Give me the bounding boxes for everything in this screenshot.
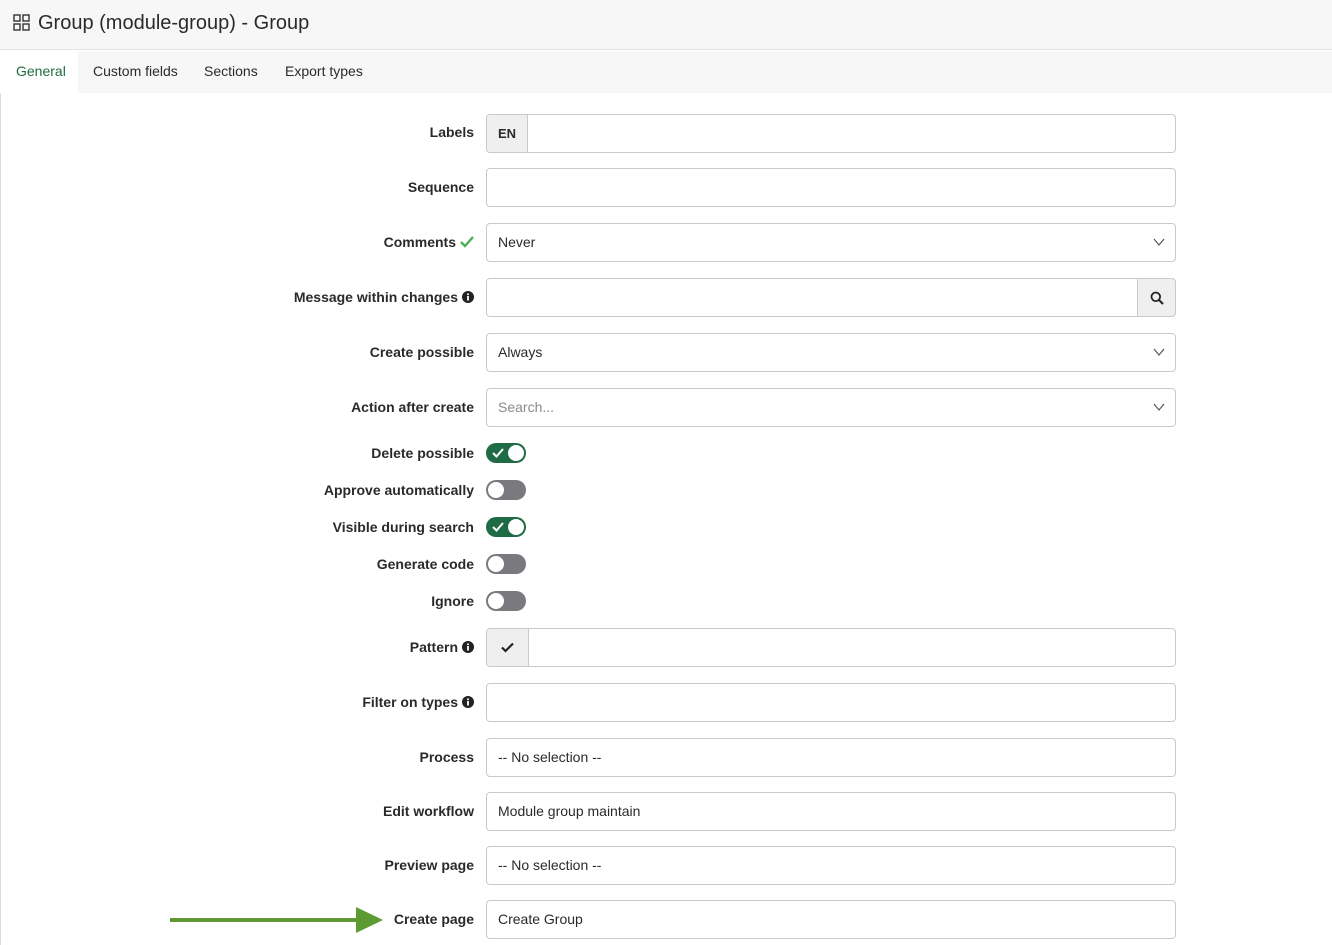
- comments-value: Never: [498, 234, 536, 250]
- delete-possible-label: Delete possible: [371, 445, 474, 461]
- message-within-changes-input[interactable]: [486, 278, 1138, 317]
- comments-label: Comments: [384, 234, 474, 250]
- preview-page-value: -- No selection --: [498, 857, 602, 873]
- tab-general[interactable]: General: [0, 51, 78, 93]
- create-possible-select[interactable]: Always: [486, 333, 1176, 372]
- filter-on-types-input[interactable]: [486, 683, 1176, 722]
- info-icon: [462, 696, 474, 708]
- create-page-value: Create Group: [498, 911, 583, 927]
- action-after-create-label: Action after create: [351, 399, 474, 415]
- ignore-toggle[interactable]: [486, 591, 526, 611]
- sequence-label: Sequence: [407, 179, 474, 195]
- content-border: [0, 93, 1, 945]
- info-icon: [462, 641, 474, 653]
- labels-label: Labels: [429, 124, 474, 140]
- labels-input[interactable]: EN: [486, 114, 1176, 153]
- pattern-input[interactable]: [486, 628, 1176, 667]
- grid-icon: [13, 14, 30, 31]
- search-icon: [1150, 291, 1164, 305]
- check-icon: [492, 448, 504, 458]
- preview-page-label: Preview page: [384, 857, 475, 873]
- pattern-label: Pattern: [410, 639, 474, 655]
- action-after-create-placeholder: Search...: [498, 399, 555, 415]
- process-select[interactable]: -- No selection --: [486, 738, 1176, 777]
- filter-on-types-label: Filter on types: [362, 694, 474, 710]
- info-icon: [462, 291, 474, 303]
- create-possible-label: Create possible: [369, 344, 474, 360]
- create-possible-value: Always: [498, 344, 543, 360]
- create-page-select[interactable]: Create Group: [486, 900, 1176, 939]
- arrow-icon: [170, 907, 383, 933]
- search-button[interactable]: [1137, 278, 1176, 317]
- action-after-create-select[interactable]: Search...: [486, 388, 1176, 427]
- edit-workflow-select[interactable]: Module group maintain: [486, 792, 1176, 831]
- sequence-input[interactable]: [486, 168, 1176, 207]
- pattern-check-button[interactable]: [487, 629, 529, 666]
- tab-custom-fields[interactable]: Custom fields: [93, 51, 178, 93]
- chevron-down-icon: [1153, 403, 1165, 411]
- check-icon: [501, 642, 514, 653]
- delete-possible-toggle[interactable]: [486, 443, 526, 463]
- message-within-changes-label: Message within changes: [294, 289, 474, 305]
- tab-sections[interactable]: Sections: [204, 51, 258, 93]
- process-value: -- No selection --: [498, 749, 602, 765]
- create-page-label: Create page: [393, 911, 474, 927]
- approve-automatically-label: Approve automatically: [323, 482, 474, 498]
- ignore-label: Ignore: [431, 593, 474, 609]
- tab-bar: General Custom fields Sections Export ty…: [0, 51, 1332, 93]
- generate-code-toggle[interactable]: [486, 554, 526, 574]
- edit-workflow-label: Edit workflow: [383, 803, 474, 819]
- chevron-down-icon: [1153, 348, 1165, 356]
- page-header: Group (module-group) - Group: [0, 0, 1332, 50]
- check-icon: [492, 522, 504, 532]
- visible-during-search-toggle[interactable]: [486, 517, 526, 537]
- visible-during-search-label: Visible during search: [332, 519, 474, 535]
- tab-export-types[interactable]: Export types: [285, 51, 363, 93]
- check-icon: [460, 236, 474, 248]
- process-label: Process: [419, 749, 474, 765]
- page-title: Group (module-group) - Group: [38, 12, 310, 34]
- generate-code-label: Generate code: [376, 556, 474, 572]
- chevron-down-icon: [1153, 238, 1165, 246]
- edit-workflow-value: Module group maintain: [498, 803, 641, 819]
- language-prefix[interactable]: EN: [487, 115, 528, 152]
- comments-select[interactable]: Never: [486, 223, 1176, 262]
- approve-automatically-toggle[interactable]: [486, 480, 526, 500]
- preview-page-select[interactable]: -- No selection --: [486, 846, 1176, 885]
